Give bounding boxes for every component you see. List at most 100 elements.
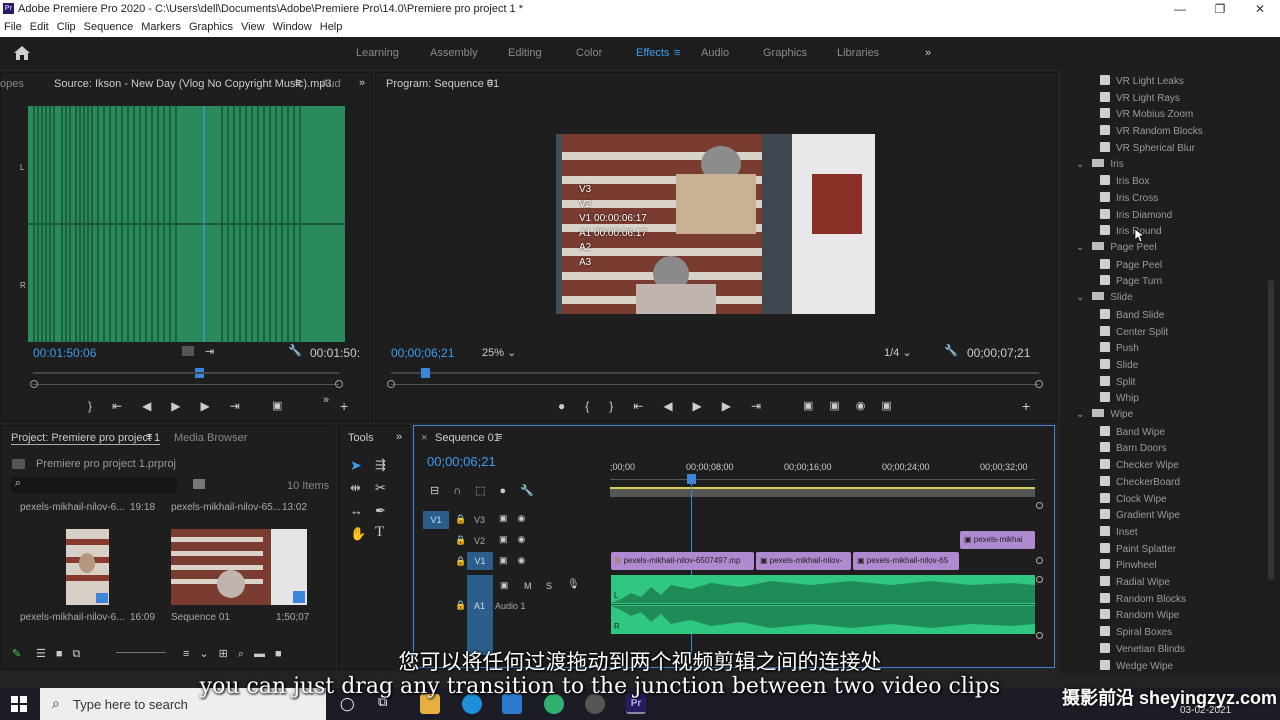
effect-item[interactable]: Center Split: [1100, 325, 1168, 338]
timeline-timecode[interactable]: 00;00;06;21: [427, 454, 496, 469]
menu-view[interactable]: View: [237, 19, 269, 33]
effect-item[interactable]: Inset: [1100, 525, 1138, 538]
work-area-bar[interactable]: [610, 487, 1035, 497]
v-scroll-handle-mid[interactable]: [1036, 557, 1043, 564]
wrench-icon[interactable]: 🔧: [288, 344, 302, 357]
quality-select[interactable]: 1/4 ⌄: [884, 346, 912, 359]
project-item-1-name[interactable]: pexels-mikhail-nilov-6...: [20, 502, 124, 513]
menu-edit[interactable]: Edit: [26, 19, 53, 33]
a-scroll-handle-top[interactable]: [1036, 576, 1043, 583]
menu-sequence[interactable]: Sequence: [80, 19, 138, 33]
source-scrub-bar[interactable]: [33, 384, 339, 385]
workspace-assembly[interactable]: Assembly: [430, 47, 478, 59]
program-playhead[interactable]: [421, 368, 430, 378]
menu-file[interactable]: File: [0, 19, 26, 33]
effect-folder[interactable]: ⌄ Iris: [1076, 158, 1124, 170]
effect-item[interactable]: VR Spherical Blur: [1100, 141, 1195, 154]
effect-item[interactable]: Checker Wipe: [1100, 459, 1179, 471]
track-select-tool-icon[interactable]: ⇶: [375, 457, 386, 473]
program-zoom-handle-left[interactable]: [387, 380, 395, 388]
source-export-frame-icon[interactable]: ▣: [272, 399, 282, 412]
close-button[interactable]: ✕: [1240, 0, 1280, 19]
effect-item[interactable]: Clock Wipe: [1100, 492, 1167, 505]
chevron-down-icon[interactable]: ⌄: [1076, 292, 1084, 303]
lock-icon-v2[interactable]: 🔒: [455, 535, 466, 546]
type-tool-icon[interactable]: T: [375, 524, 384, 541]
a1-solo-button[interactable]: S: [546, 581, 552, 591]
effect-item[interactable]: Random Wipe: [1100, 609, 1179, 621]
program-scrub-bar[interactable]: [391, 384, 1039, 385]
effect-item[interactable]: Page Turn: [1100, 275, 1162, 287]
clip-v2[interactable]: ▣ pexels-mikhai: [960, 531, 1035, 549]
source-menu-icon[interactable]: ≡: [295, 77, 301, 89]
chevron-down-icon[interactable]: ⌄: [1076, 242, 1084, 253]
effect-item[interactable]: Band Wipe: [1100, 425, 1165, 438]
effect-item[interactable]: Iris Round: [1100, 225, 1162, 237]
menu-window[interactable]: Window: [269, 19, 316, 33]
menu-help[interactable]: Help: [316, 19, 347, 33]
timeline-playhead-handle[interactable]: [687, 474, 696, 484]
audio-waveform-display[interactable]: [28, 106, 345, 342]
program-wrench-icon[interactable]: 🔧: [944, 344, 958, 357]
effect-item[interactable]: Slide: [1100, 358, 1138, 371]
effect-item[interactable]: Radial Wipe: [1100, 576, 1170, 588]
more-tabs-icon[interactable]: »: [359, 77, 365, 89]
effect-item[interactable]: Random Blocks: [1100, 592, 1186, 605]
source-more-icon[interactable]: »: [323, 394, 329, 406]
effect-item[interactable]: VR Light Rays: [1100, 91, 1180, 104]
program-tab[interactable]: Program: Sequence 01: [386, 78, 499, 90]
source-patch-v1[interactable]: V1: [423, 511, 449, 529]
maximize-button[interactable]: ❐: [1200, 0, 1240, 19]
effect-item[interactable]: Paint Splatter: [1100, 542, 1176, 555]
project-item-3-thumbnail[interactable]: [66, 529, 109, 605]
project-menu-icon[interactable]: ≡: [146, 431, 152, 443]
sequence-thumbnail[interactable]: [171, 529, 307, 605]
clip-v1-3[interactable]: ▣ pexels-mikhail-nilov-65: [853, 552, 959, 570]
source-patch-a1[interactable]: [467, 575, 493, 655]
track-label-v1[interactable]: V1: [467, 552, 493, 570]
pen-tool-icon[interactable]: ✒: [375, 503, 386, 519]
close-sequence-icon[interactable]: ×: [421, 432, 427, 444]
workspace-color[interactable]: Color: [576, 47, 602, 59]
more-workspaces-icon[interactable]: »: [925, 47, 931, 59]
lock-icon-v3[interactable]: 🔒: [455, 514, 466, 525]
project-tab[interactable]: Project: Premiere pro project 1: [11, 432, 161, 445]
effect-item[interactable]: VR Mobius Zoom: [1100, 108, 1193, 120]
effect-item[interactable]: VR Random Blocks: [1100, 125, 1203, 137]
workspace-menu-icon[interactable]: ≡: [674, 47, 680, 59]
effect-item[interactable]: Split: [1100, 375, 1135, 388]
workspace-libraries[interactable]: Libraries: [837, 47, 879, 59]
project-search-input[interactable]: ⌕: [11, 477, 177, 493]
source-timecode-in[interactable]: 00:01:50:06: [33, 346, 96, 360]
source-zoom-handle-left[interactable]: [30, 380, 38, 388]
effect-item[interactable]: Iris Cross: [1100, 191, 1158, 204]
effect-item[interactable]: VR Light Leaks: [1100, 75, 1184, 87]
selection-tool-icon[interactable]: ➤: [350, 457, 362, 474]
a1-mute-button[interactable]: M: [524, 581, 532, 591]
ripple-edit-tool-icon[interactable]: ⇹: [350, 480, 361, 496]
a1-voiceover-mic-icon[interactable]: 🎙: [567, 579, 580, 590]
effect-item[interactable]: Whip: [1100, 392, 1139, 404]
tools-more-icon[interactable]: »: [396, 431, 402, 443]
effect-item[interactable]: Barn Doors: [1100, 442, 1167, 454]
lock-icon-v1[interactable]: 🔒: [455, 556, 466, 567]
effect-item[interactable]: Pinwheel: [1100, 559, 1157, 571]
clip-a1-audio[interactable]: [611, 575, 1035, 634]
workspace-graphics[interactable]: Graphics: [763, 47, 807, 59]
slip-tool-icon[interactable]: ↔: [350, 503, 363, 518]
timeline-tab[interactable]: Sequence 01: [435, 432, 500, 444]
effects-scrollbar[interactable]: [1268, 280, 1274, 580]
effect-item[interactable]: Iris Diamond: [1100, 208, 1172, 221]
program-menu-icon[interactable]: ≡: [487, 77, 493, 89]
media-browser-tab[interactable]: Media Browser: [174, 432, 247, 444]
menu-markers[interactable]: Markers: [137, 19, 185, 33]
razor-tool-icon[interactable]: ✂: [375, 480, 386, 496]
effect-item[interactable]: CheckerBoard: [1100, 475, 1180, 488]
effect-folder[interactable]: ⌄ Wipe: [1076, 409, 1133, 420]
source-dropdown-icon[interactable]: [182, 346, 194, 356]
menu-clip[interactable]: Clip: [53, 19, 80, 33]
source-tab[interactable]: Source: Ikson - New Day (Vlog No Copyrig…: [54, 78, 332, 90]
clip-v1-2[interactable]: ▣ pexels-mikhail-nilov-: [756, 552, 851, 570]
chevron-down-icon[interactable]: ⌄: [1076, 409, 1084, 420]
source-zoom-handle-right[interactable]: [335, 380, 343, 388]
